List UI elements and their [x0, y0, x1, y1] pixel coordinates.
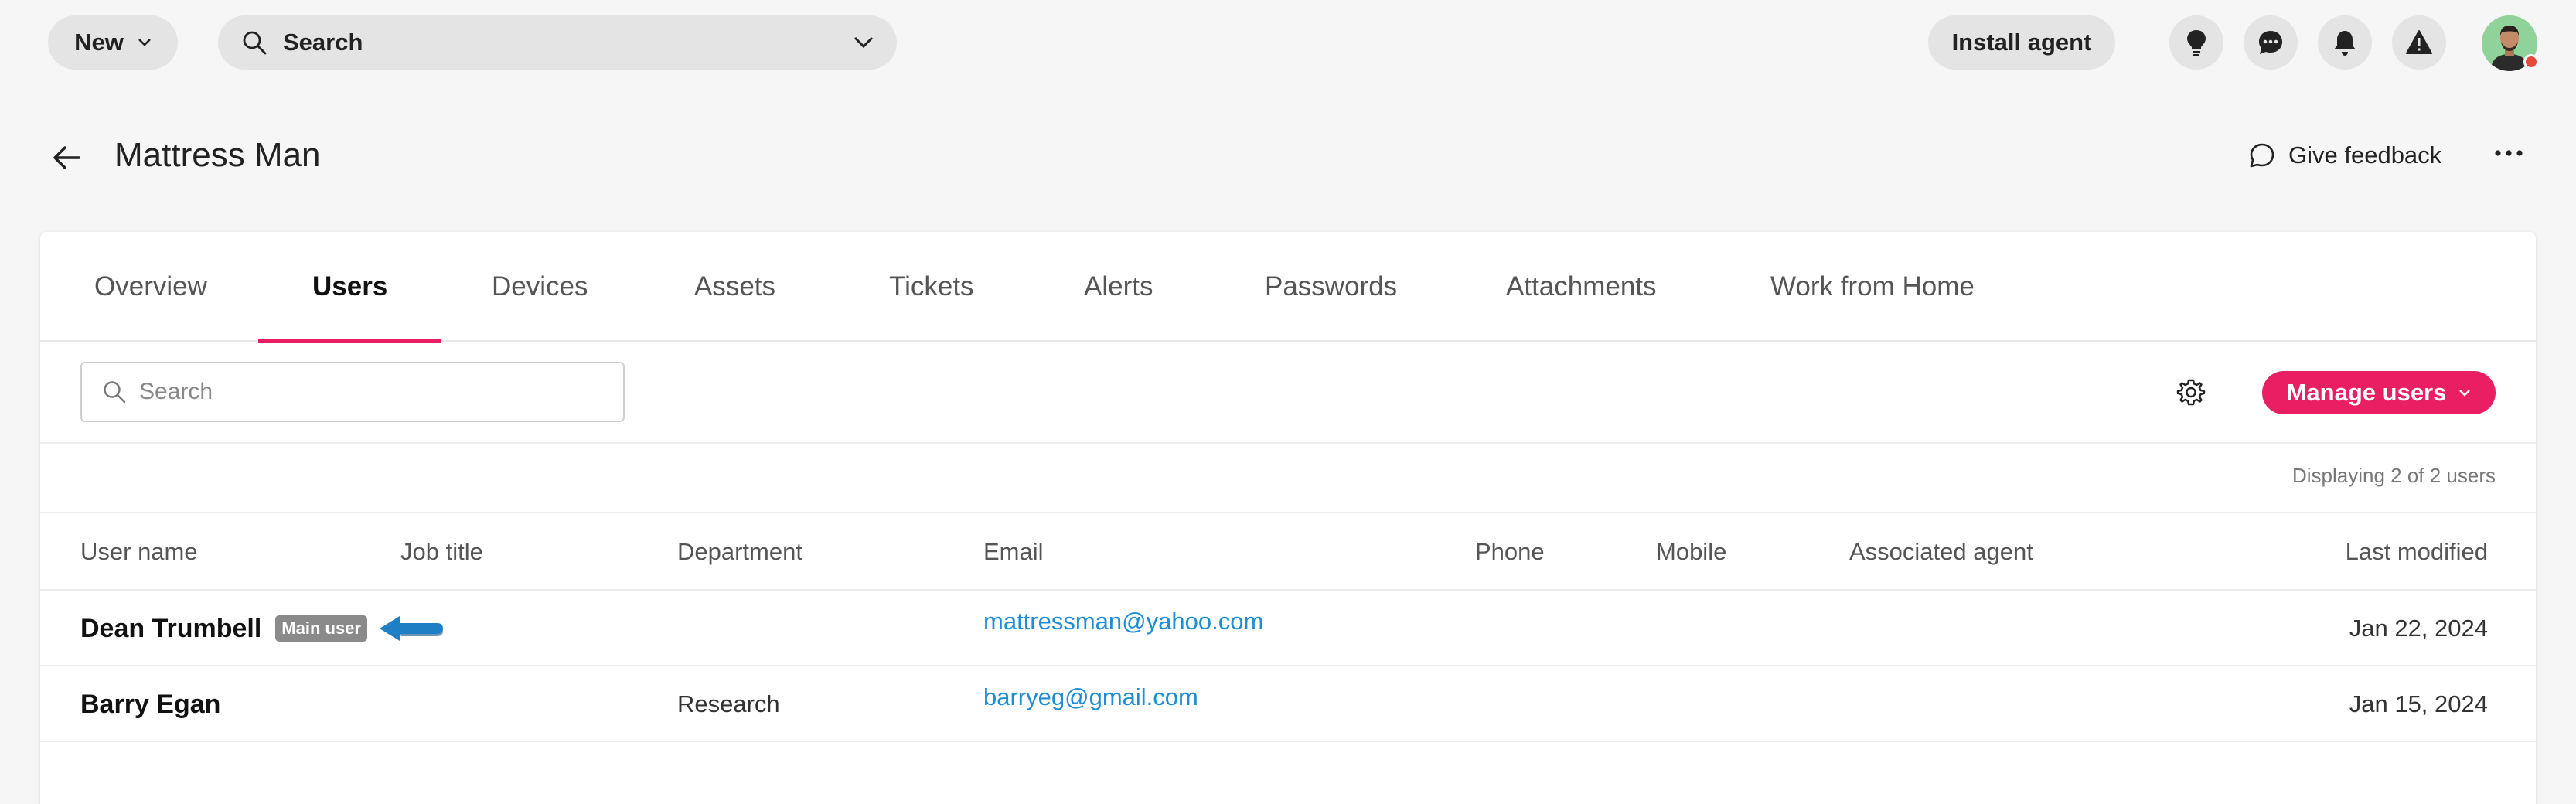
- search-icon: [241, 29, 267, 56]
- install-agent-button[interactable]: Install agent: [1928, 15, 2115, 70]
- column-header-mobile[interactable]: Mobile: [1656, 513, 1726, 591]
- tab-label: Attachments: [1506, 271, 1657, 302]
- user-name-link[interactable]: Barry Egan: [80, 690, 220, 720]
- department-cell: Research: [677, 690, 780, 717]
- column-header-department[interactable]: Department: [677, 513, 802, 591]
- tab-label: Devices: [492, 271, 588, 302]
- display-count: Displaying 2 of 2 users: [2291, 464, 2496, 487]
- user-name-cell: Barry Egan: [80, 666, 220, 742]
- user-name-link[interactable]: Dean Trumbell: [80, 614, 261, 644]
- tab-label: Tickets: [889, 271, 974, 302]
- gear-icon[interactable]: [2176, 377, 2206, 408]
- column-header-associated-agent[interactable]: Associated agent: [1849, 513, 2033, 591]
- main-user-badge: Main user: [275, 615, 367, 642]
- feedback-icon: [2248, 141, 2276, 169]
- user-name-cell: Dean Trumbell Main user: [80, 591, 445, 666]
- global-search[interactable]: Search: [218, 15, 897, 70]
- users-toolbar: Manage users: [40, 342, 2536, 444]
- alert-icon[interactable]: [2392, 15, 2446, 70]
- tab-label: Passwords: [1265, 271, 1398, 302]
- tab-tickets[interactable]: Tickets: [835, 232, 1028, 342]
- table-row[interactable]: Dean Trumbell Main user mattressman@yaho…: [40, 591, 2536, 666]
- manage-users-label: Manage users: [2286, 379, 2447, 406]
- column-header-email[interactable]: Email: [983, 513, 1044, 591]
- tab-label: Work from Home: [1770, 271, 1975, 302]
- email-link[interactable]: barryeg@gmail.com: [983, 666, 1198, 742]
- tab-bar: Overview Users Devices Assets Tickets Al…: [40, 232, 2536, 343]
- bell-icon[interactable]: [2318, 15, 2372, 70]
- tab-users[interactable]: Users: [258, 232, 442, 343]
- chat-icon[interactable]: [2244, 15, 2298, 70]
- users-card: Overview Users Devices Assets Tickets Al…: [40, 232, 2536, 804]
- chevron-down-icon[interactable]: [854, 36, 874, 49]
- search-icon: [102, 380, 127, 404]
- email-link[interactable]: mattressman@yahoo.com: [983, 591, 1263, 666]
- tab-label: Assets: [694, 271, 776, 302]
- lightbulb-icon[interactable]: [2169, 15, 2223, 70]
- new-button[interactable]: New: [48, 15, 178, 70]
- annotation-arrow-icon: [377, 612, 445, 645]
- global-search-label: Search: [283, 29, 363, 56]
- give-feedback-label: Give feedback: [2288, 141, 2442, 169]
- top-bar: New Search Install agent: [0, 0, 2576, 83]
- tab-label: Users: [312, 271, 388, 302]
- chevron-down-icon: [2458, 389, 2471, 397]
- user-search-input[interactable]: [139, 379, 572, 405]
- tab-passwords[interactable]: Passwords: [1211, 232, 1451, 342]
- column-header-last-modified[interactable]: Last modified: [2346, 513, 2488, 591]
- manage-users-button[interactable]: Manage users: [2262, 371, 2496, 414]
- tab-assets[interactable]: Assets: [640, 232, 830, 342]
- install-agent-label: Install agent: [1951, 29, 2092, 56]
- tab-work-from-home[interactable]: Work from Home: [1716, 232, 2029, 342]
- user-search-box[interactable]: [80, 362, 625, 422]
- tab-alerts[interactable]: Alerts: [1030, 232, 1207, 342]
- more-options-icon[interactable]: [2491, 138, 2527, 173]
- last-modified-cell: Jan 15, 2024: [2349, 690, 2488, 717]
- chevron-down-icon: [138, 38, 152, 47]
- table-header: User name Job title Department Email Pho…: [40, 513, 2536, 591]
- status-dot: [2523, 54, 2539, 70]
- give-feedback-button[interactable]: Give feedback: [2248, 139, 2441, 172]
- column-header-job-title[interactable]: Job title: [400, 513, 483, 591]
- new-button-label: New: [74, 29, 124, 56]
- table-row[interactable]: Barry Egan Research barryeg@gmail.com Ja…: [40, 666, 2536, 742]
- tab-devices[interactable]: Devices: [438, 232, 642, 342]
- page-title: Mattress Man: [114, 136, 321, 174]
- last-modified-cell: Jan 22, 2024: [2349, 615, 2488, 642]
- tab-label: Overview: [94, 271, 207, 302]
- back-arrow-icon[interactable]: [48, 139, 85, 176]
- tab-overview[interactable]: Overview: [40, 232, 261, 342]
- tab-label: Alerts: [1084, 271, 1153, 302]
- column-header-phone[interactable]: Phone: [1475, 513, 1545, 591]
- tab-attachments[interactable]: Attachments: [1452, 232, 1711, 342]
- column-header-user-name[interactable]: User name: [80, 513, 198, 591]
